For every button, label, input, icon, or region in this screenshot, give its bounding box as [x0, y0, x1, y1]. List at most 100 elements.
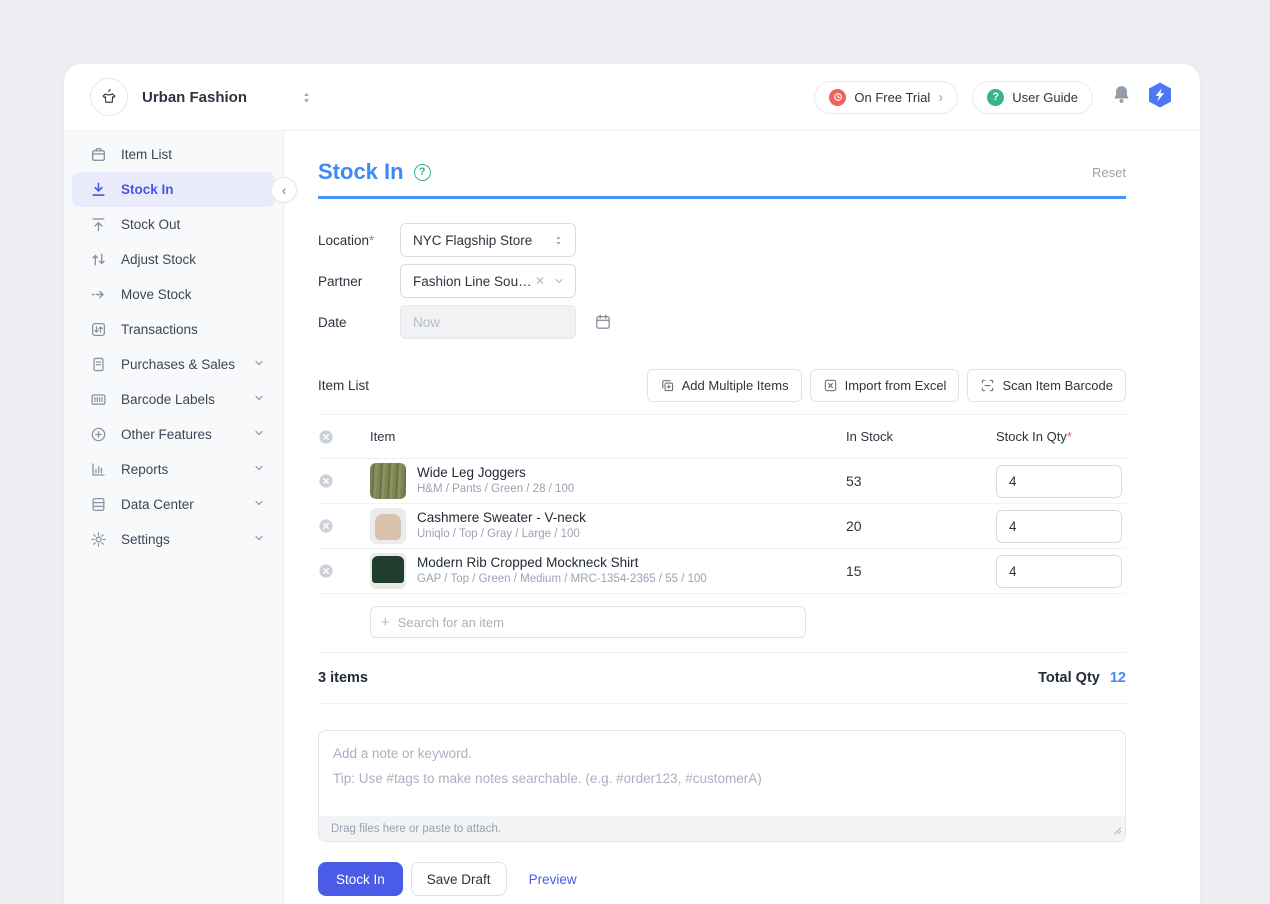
scan-item-barcode-label: Scan Item Barcode — [1002, 378, 1113, 393]
import-from-excel-button[interactable]: Import from Excel — [810, 369, 960, 402]
bar-chart-icon — [90, 461, 107, 478]
excel-icon — [823, 378, 838, 393]
sidebar-item-label: Other Features — [121, 427, 212, 442]
stock-in-submit-button[interactable]: Stock In — [318, 862, 403, 896]
select-updown-icon — [552, 234, 565, 247]
chevron-down-icon — [253, 532, 265, 547]
date-input[interactable] — [400, 305, 576, 339]
sidebar: Item List Stock In Stock Out Adjust Stoc… — [64, 131, 284, 904]
stock-in-qty-input[interactable] — [996, 465, 1122, 498]
sidebar-item-stock-out[interactable]: Stock Out — [64, 207, 283, 242]
sidebar-item-transactions[interactable]: Transactions — [64, 312, 283, 347]
sidebar-item-label: Transactions — [121, 322, 198, 337]
add-multiple-items-button[interactable]: Add Multiple Items — [647, 369, 802, 402]
app-window: Urban Fashion On Free Trial › ? User Gui… — [64, 64, 1200, 904]
page-title: Stock In — [318, 159, 404, 185]
item-search-field[interactable]: + — [370, 606, 806, 638]
scan-item-barcode-button[interactable]: Scan Item Barcode — [967, 369, 1126, 402]
workspace-logo[interactable] — [90, 78, 128, 116]
sidebar-item-label: Item List — [121, 147, 172, 162]
chevron-down-icon — [253, 497, 265, 512]
sidebar-item-label: Purchases & Sales — [121, 357, 235, 372]
chevron-down-icon — [253, 462, 265, 477]
clear-partner-icon[interactable]: ✕ — [535, 274, 545, 288]
stock-in-qty-input[interactable] — [996, 510, 1122, 543]
date-label: Date — [318, 315, 400, 330]
sidebar-item-stock-in[interactable]: Stock In — [72, 172, 275, 207]
chevron-right-icon: › — [938, 90, 943, 105]
remove-row-icon[interactable] — [318, 518, 334, 534]
chevron-down-icon — [253, 392, 265, 407]
location-value: NYC Flagship Store — [413, 233, 552, 248]
total-qty: Total Qty 12 — [1038, 670, 1126, 686]
total-qty-label: Total Qty — [1038, 670, 1100, 686]
add-multiple-items-label: Add Multiple Items — [682, 378, 789, 393]
attachment-dropzone[interactable]: Drag files here or paste to attach. — [319, 816, 1125, 841]
in-stock-value: 15 — [846, 563, 996, 579]
item-attributes: Uniqlo / Top / Gray / Large / 100 — [417, 527, 586, 543]
sidebar-item-label: Barcode Labels — [121, 392, 215, 407]
adjust-arrows-icon — [90, 251, 107, 268]
sidebar-item-reports[interactable]: Reports — [64, 452, 283, 487]
partner-select[interactable]: Fashion Line Sourc... ✕ — [400, 264, 576, 298]
main-content: Stock In ? Reset Location* NYC Flagship … — [284, 131, 1200, 904]
workspace-name[interactable]: Urban Fashion — [142, 89, 247, 106]
in-stock-value: 20 — [846, 518, 996, 534]
gear-icon — [90, 531, 107, 548]
title-underline — [318, 196, 1126, 199]
on-free-trial-button[interactable]: On Free Trial › — [814, 81, 958, 114]
boxhero-logo[interactable] — [1146, 81, 1174, 114]
item-table-header: Item In Stock Stock In Qty* — [318, 415, 1126, 459]
sidebar-item-purchases-sales[interactable]: Purchases & Sales — [64, 347, 283, 382]
partner-label: Partner — [318, 274, 400, 289]
resize-handle-icon[interactable] — [1113, 826, 1122, 838]
location-select[interactable]: NYC Flagship Store — [400, 223, 576, 257]
sidebar-item-data-center[interactable]: Data Center — [64, 487, 283, 522]
item-name: Wide Leg Joggers — [417, 464, 574, 482]
table-row: Modern Rib Cropped Mockneck Shirt GAP / … — [318, 549, 1126, 594]
reset-button[interactable]: Reset — [1092, 165, 1126, 180]
circle-plus-icon — [90, 426, 107, 443]
user-guide-label: User Guide — [1012, 90, 1078, 105]
sidebar-collapse-button[interactable]: ‹ — [271, 177, 297, 203]
question-icon: ? — [987, 89, 1004, 106]
item-search-input[interactable] — [398, 615, 795, 630]
preview-button[interactable]: Preview — [523, 862, 583, 896]
user-guide-button[interactable]: ? User Guide — [972, 81, 1093, 114]
stock-out-icon — [90, 216, 107, 233]
sidebar-item-item-list[interactable]: Item List — [64, 137, 283, 172]
partner-value: Fashion Line Sourc... — [413, 274, 535, 289]
note-textarea[interactable]: Add a note or keyword. Tip: Use #tags to… — [318, 730, 1126, 842]
sidebar-item-barcode-labels[interactable]: Barcode Labels — [64, 382, 283, 417]
sidebar-item-other-features[interactable]: Other Features — [64, 417, 283, 452]
sidebar-item-move-stock[interactable]: Move Stock — [64, 277, 283, 312]
scan-frame-icon — [980, 378, 995, 393]
notifications-bell-icon[interactable] — [1111, 84, 1132, 110]
plus-icon: + — [381, 615, 390, 630]
required-mark: * — [1067, 429, 1072, 444]
barcode-icon — [90, 391, 107, 408]
save-draft-button[interactable]: Save Draft — [411, 862, 507, 896]
remove-row-icon[interactable] — [318, 563, 334, 579]
import-from-excel-label: Import from Excel — [845, 378, 947, 393]
column-item: Item — [370, 429, 846, 444]
chevron-down-icon — [253, 427, 265, 442]
remove-row-icon[interactable] — [318, 473, 334, 489]
tshirt-hanger-icon — [98, 86, 120, 108]
sidebar-item-adjust-stock[interactable]: Adjust Stock — [64, 242, 283, 277]
calendar-icon[interactable] — [594, 313, 612, 331]
help-icon[interactable]: ? — [414, 164, 431, 181]
table-row: Cashmere Sweater - V-neck Uniqlo / Top /… — [318, 504, 1126, 549]
item-attributes: GAP / Top / Green / Medium / MRC-1354-23… — [417, 572, 707, 588]
sidebar-item-label: Move Stock — [121, 287, 192, 302]
stock-in-qty-input[interactable] — [996, 555, 1122, 588]
sidebar-item-settings[interactable]: Settings — [64, 522, 283, 557]
note-placeholder: Add a note or keyword. Tip: Use #tags to… — [319, 731, 1125, 803]
move-arrow-icon — [90, 286, 107, 303]
workspace-switcher-icon[interactable] — [299, 90, 314, 105]
chevron-down-icon — [553, 275, 565, 287]
attach-hint: Drag files here or paste to attach. — [331, 823, 501, 835]
table-row: Wide Leg Joggers H&M / Pants / Green / 2… — [318, 459, 1126, 504]
remove-all-icon[interactable] — [318, 429, 334, 445]
item-thumbnail — [370, 508, 406, 544]
